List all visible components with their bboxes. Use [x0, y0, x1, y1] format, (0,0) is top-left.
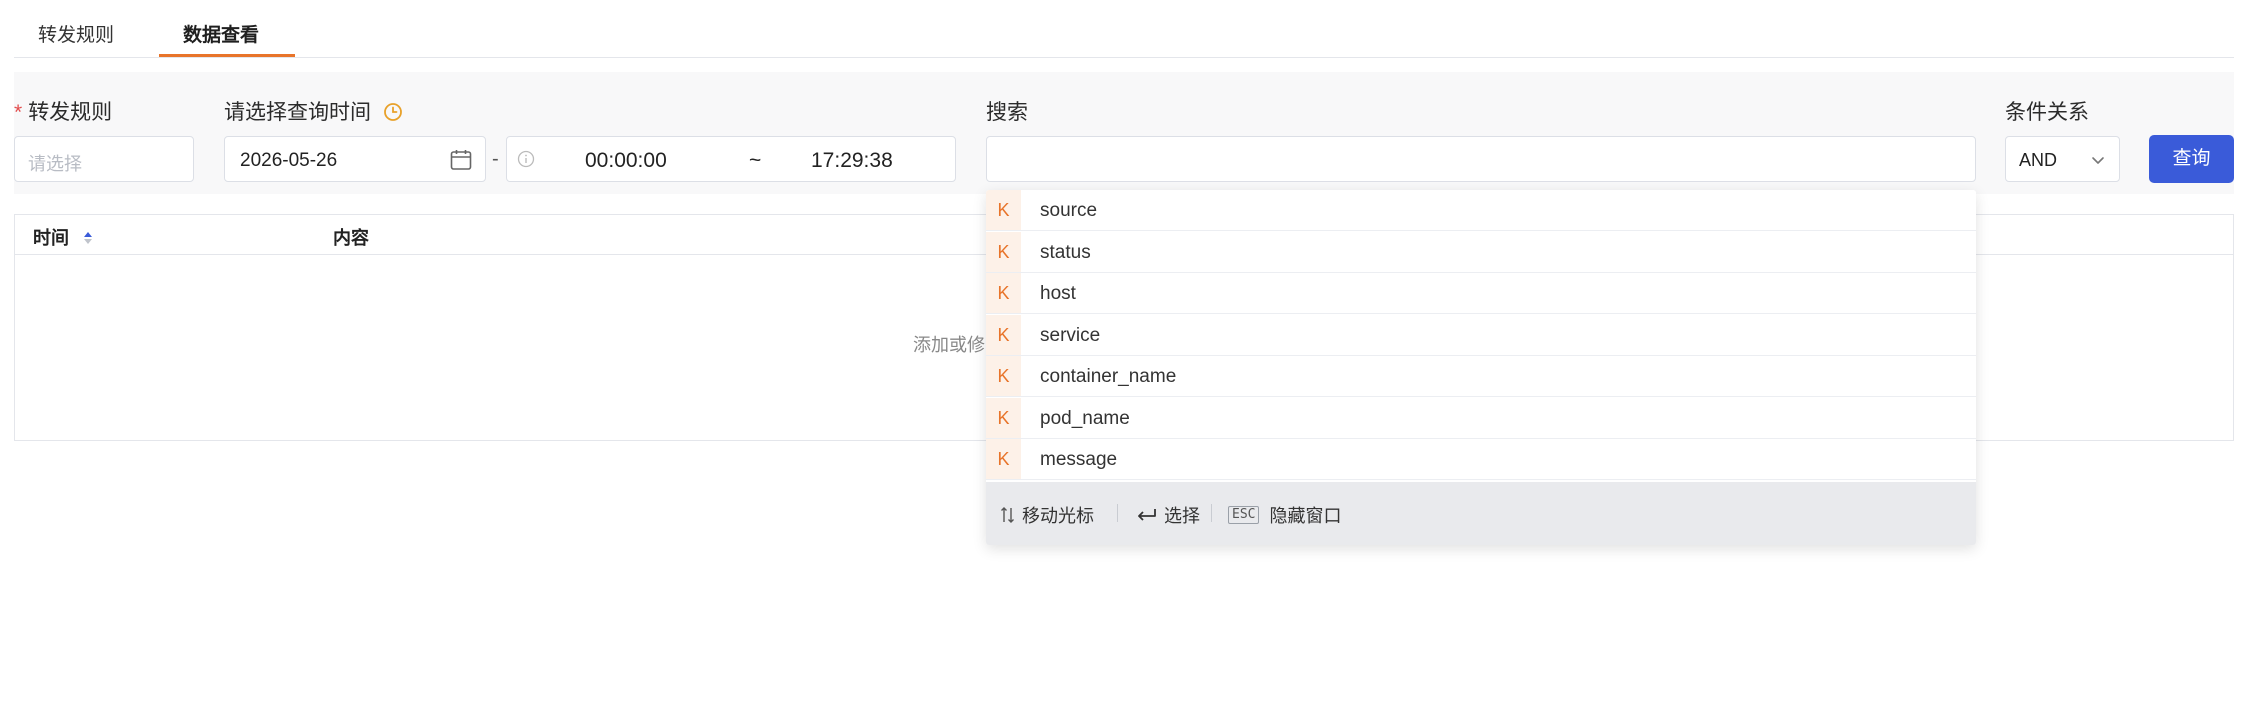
hint-select: 选择 — [1136, 502, 1200, 528]
suggestion-item[interactable]: K source — [986, 190, 1976, 231]
column-header-content: 内容 — [333, 228, 369, 248]
rule-select[interactable]: 请选择 — [14, 136, 194, 182]
search-suggestion-dropdown: K source K status K host K service K con… — [986, 190, 1976, 545]
key-badge: K — [986, 232, 1021, 272]
suggestion-item[interactable]: K container_name — [986, 356, 1976, 397]
suggestion-label: host — [1040, 283, 1076, 304]
updown-arrows-icon — [1000, 506, 1016, 524]
tab-data-view[interactable]: 数据查看 — [183, 20, 259, 47]
suggestion-item[interactable]: K service — [986, 315, 1976, 356]
column-header-time[interactable]: 时间 — [33, 224, 94, 251]
rule-select-placeholder: 请选择 — [28, 154, 82, 174]
key-badge: K — [986, 356, 1021, 396]
suggestion-label: status — [1040, 242, 1091, 263]
key-badge: K — [986, 273, 1021, 313]
key-badge: K — [986, 315, 1021, 355]
time-range-picker[interactable]: 00:00:00 ~ 17:29:38 — [506, 136, 956, 182]
date-picker[interactable]: 2026-05-26 — [224, 136, 486, 182]
logic-value: AND — [2019, 150, 2058, 170]
date-time-dash: - — [492, 148, 499, 170]
search-input[interactable] — [986, 136, 1976, 182]
clock-icon[interactable] — [383, 102, 403, 128]
suggestion-label: message — [1040, 449, 1118, 470]
time-start[interactable]: 00:00:00 — [585, 149, 667, 173]
query-button[interactable]: 查询 — [2149, 135, 2234, 183]
logic-select[interactable]: AND — [2005, 136, 2120, 182]
active-tab-indicator — [159, 54, 295, 57]
divider — [1211, 504, 1212, 522]
hint-move-cursor: 移动光标 — [1000, 502, 1094, 528]
time-separator: ~ — [749, 149, 762, 172]
date-value: 2026-05-26 — [240, 150, 338, 171]
tab-forward-rules[interactable]: 转发规则 — [38, 20, 114, 47]
suggestion-item[interactable]: K status — [986, 232, 1976, 273]
enter-key-icon — [1136, 507, 1158, 523]
key-badge: K — [986, 398, 1021, 438]
suggestion-item[interactable]: K host — [986, 273, 1976, 314]
logic-label: 条件关系 — [2005, 101, 2089, 124]
key-badge: K — [986, 190, 1021, 230]
suggestion-label: container_name — [1040, 366, 1177, 387]
tab-bar: 转发规则 数据查看 — [14, 0, 2234, 58]
esc-key-icon: ESC — [1228, 506, 1260, 524]
search-label: 搜索 — [986, 101, 1028, 124]
key-badge: K — [986, 439, 1021, 479]
info-icon — [517, 150, 535, 173]
dropdown-footer: 移动光标 选择 ESC 隐藏窗口 — [986, 482, 1976, 545]
suggestion-item[interactable]: K message — [986, 439, 1976, 480]
hint-hide-window: ESC 隐藏窗口 — [1228, 502, 1341, 528]
suggestion-item[interactable]: K pod_name — [986, 398, 1976, 439]
sort-icon[interactable] — [82, 230, 94, 251]
time-end[interactable]: 17:29:38 — [811, 149, 893, 173]
empty-state-text: 添加或修 — [913, 335, 985, 355]
calendar-icon[interactable] — [449, 148, 473, 177]
time-label: 请选择查询时间 — [224, 96, 403, 128]
chevron-down-icon — [2090, 152, 2106, 173]
filter-panel: * 转发规则 请选择 请选择查询时间 2026-05-26 - 00:00:00 … — [14, 72, 2234, 194]
required-mark: * — [14, 101, 23, 124]
divider — [1117, 504, 1118, 522]
suggestion-label: pod_name — [1040, 408, 1130, 429]
suggestion-label: service — [1040, 325, 1101, 346]
suggestion-label: source — [1040, 200, 1098, 221]
rule-label: * 转发规则 — [14, 101, 113, 124]
